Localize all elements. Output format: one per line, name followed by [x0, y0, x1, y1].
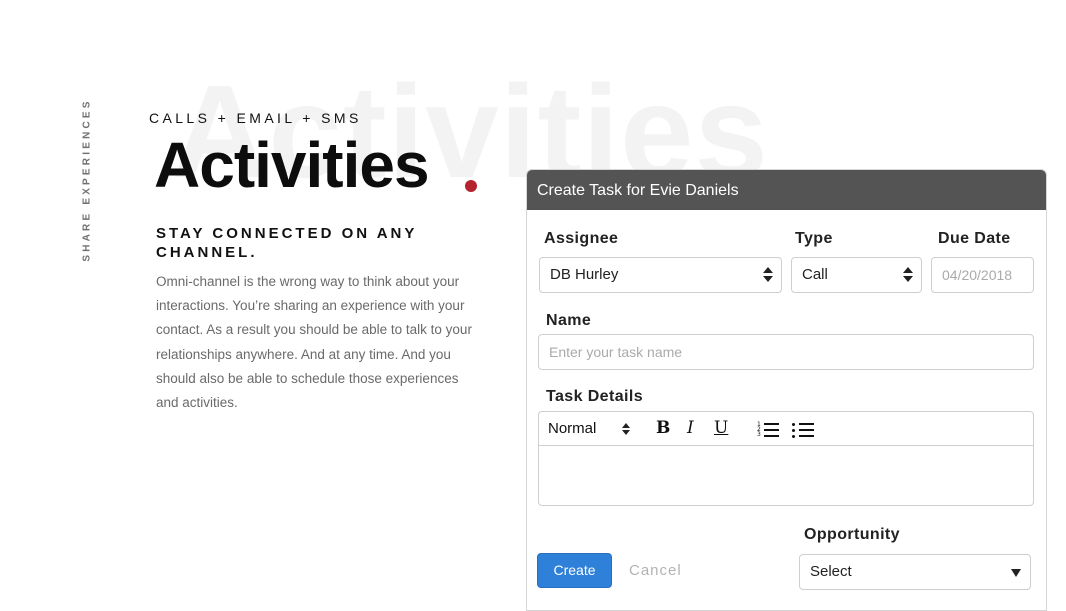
opportunity-label: Opportunity: [804, 526, 900, 543]
due-date-placeholder: 04/20/2018: [942, 267, 1013, 283]
due-date-input[interactable]: 04/20/2018: [931, 257, 1034, 293]
opportunity-select[interactable]: Select: [799, 554, 1031, 590]
text-style-select[interactable]: Normal: [548, 412, 632, 445]
bullet-list-icon[interactable]: [792, 422, 814, 438]
assignee-label: Assignee: [544, 230, 619, 247]
editor-body[interactable]: [539, 446, 1033, 506]
side-label: SHARE EXPERIENCES: [81, 98, 93, 262]
task-details-editor: Normal B I U 123: [538, 411, 1034, 506]
select-arrows-icon: [903, 267, 913, 282]
accent-dot: [465, 180, 477, 192]
hero-title: Activities: [154, 129, 430, 201]
name-label: Name: [546, 312, 592, 329]
underline-button[interactable]: U: [714, 412, 728, 445]
text-style-value: Normal: [548, 420, 597, 437]
cancel-button[interactable]: Cancel: [629, 553, 682, 588]
type-label: Type: [795, 230, 833, 247]
select-arrows-icon: [763, 267, 773, 282]
assignee-value: DB Hurley: [550, 266, 619, 283]
hero-body: Omni-channel is the wrong way to think a…: [156, 274, 472, 411]
assignee-select[interactable]: DB Hurley: [539, 257, 782, 293]
create-button[interactable]: Create: [537, 553, 612, 588]
bold-button[interactable]: B: [656, 412, 670, 445]
due-date-label: Due Date: [938, 230, 1011, 247]
opportunity-value: Select: [810, 563, 852, 580]
type-value: Call: [802, 266, 828, 283]
select-arrows-icon: [622, 423, 632, 435]
panel-header: Create Task for Evie Daniels: [527, 170, 1046, 210]
task-name-placeholder: Enter your task name: [549, 344, 683, 360]
caret-down-icon: [1011, 569, 1021, 577]
task-name-input[interactable]: Enter your task name: [538, 334, 1034, 370]
create-task-panel: Create Task for Evie Daniels Assignee DB…: [526, 169, 1047, 611]
italic-button[interactable]: I: [687, 412, 694, 445]
ordered-list-icon[interactable]: 123: [757, 422, 779, 438]
task-details-label: Task Details: [546, 388, 643, 405]
hero-eyebrow: CALLS + EMAIL + SMS: [149, 110, 362, 126]
type-select[interactable]: Call: [791, 257, 922, 293]
editor-toolbar: Normal B I U 123: [539, 412, 1033, 446]
hero-subhead: STAY CONNECTED ON ANY CHANNEL.: [156, 225, 418, 261]
